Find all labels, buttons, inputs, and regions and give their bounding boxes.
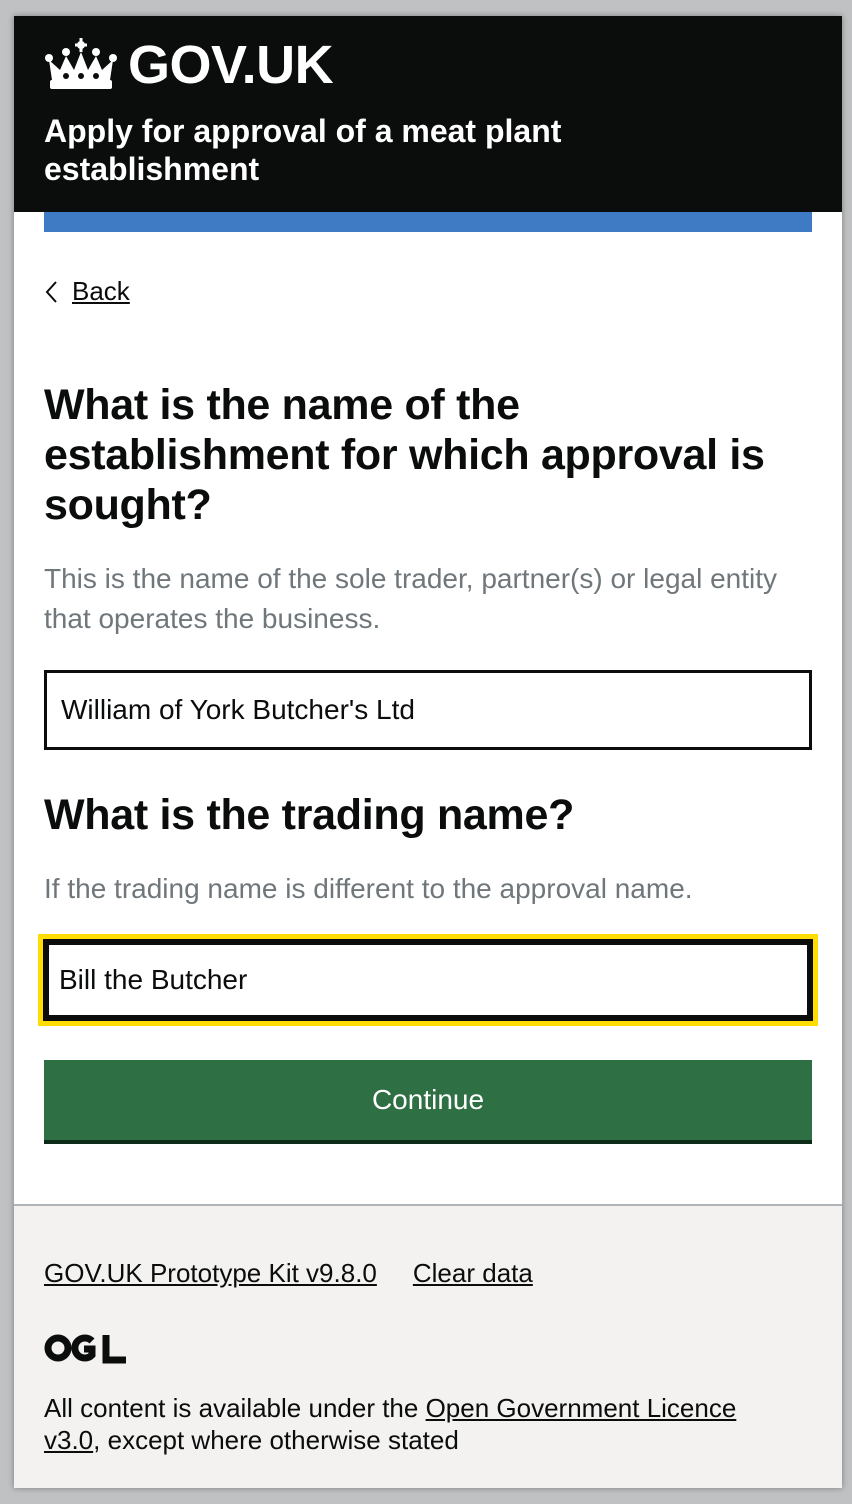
- back-link-label: Back: [72, 276, 130, 306]
- chevron-left-icon: [45, 280, 57, 303]
- back-link[interactable]: Back: [44, 276, 130, 307]
- govuk-logo-text: GOV.UK: [128, 35, 334, 95]
- establishment-name-input[interactable]: [44, 670, 812, 750]
- establishment-name-question: What is the name of the establishment fo…: [44, 381, 765, 529]
- trading-name-hint: If the trading name is different to the …: [44, 873, 693, 904]
- trading-name-question: What is the trading name?: [44, 791, 575, 839]
- govuk-logo-link[interactable]: GOV.UK: [44, 35, 334, 95]
- licence-text: All content is available under the Open …: [44, 1392, 784, 1456]
- continue-button[interactable]: Continue: [44, 1060, 812, 1140]
- licence-prefix: All content is available under the: [44, 1393, 426, 1423]
- browser-viewport: GOV.UK Apply for approval of a meat plan…: [14, 16, 842, 1488]
- prototype-kit-link[interactable]: GOV.UK Prototype Kit v9.8.0: [44, 1258, 377, 1289]
- footer-links: GOV.UK Prototype Kit v9.8.0 Clear data: [44, 1258, 533, 1289]
- crown-icon: [45, 38, 117, 89]
- ogl-logo-icon: [44, 1334, 126, 1364]
- clear-data-link[interactable]: Clear data: [413, 1258, 533, 1289]
- govuk-footer: GOV.UK Prototype Kit v9.8.0 Clear data A…: [14, 1204, 842, 1488]
- header-accent-bar: [44, 212, 812, 232]
- establishment-name-hint: This is the name of the sole trader, par…: [44, 563, 778, 634]
- trading-name-input[interactable]: [43, 939, 813, 1021]
- licence-suffix: , except where otherwise stated: [93, 1425, 459, 1455]
- service-name-link[interactable]: Apply for approval of a meat plant estab…: [44, 112, 684, 188]
- trading-name-focus-ring: [38, 934, 818, 1026]
- govuk-header: GOV.UK Apply for approval of a meat plan…: [14, 16, 842, 212]
